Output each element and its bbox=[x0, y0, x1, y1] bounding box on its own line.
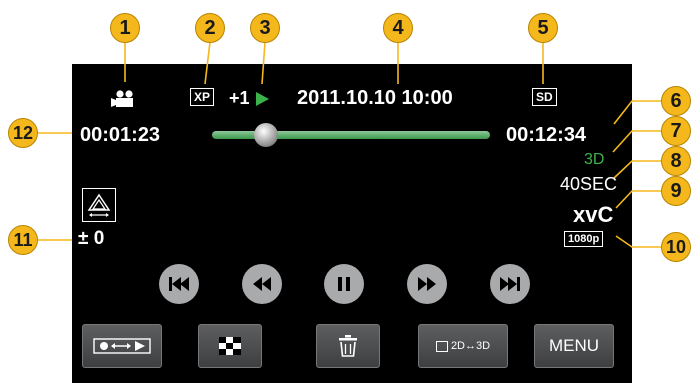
total-time: 00:12:34 bbox=[506, 124, 587, 146]
callout-8: 8 bbox=[661, 146, 691, 176]
callout-11: 11 bbox=[8, 225, 38, 255]
callout-12: 12 bbox=[8, 118, 38, 148]
callout-1: 1 bbox=[110, 13, 140, 43]
callout-7: 7 bbox=[661, 116, 691, 146]
speed-indicator: +1 bbox=[229, 88, 250, 108]
mode-3d-indicator: 3D bbox=[584, 151, 605, 168]
callout-4: 4 bbox=[383, 13, 413, 43]
pause-icon bbox=[337, 276, 351, 292]
skip-forward-button[interactable] bbox=[490, 264, 530, 304]
record-play-toggle-icon bbox=[93, 338, 151, 354]
xvc-indicator: xvC bbox=[573, 202, 614, 227]
menu-button[interactable]: MENU bbox=[534, 324, 614, 368]
fast-forward-button[interactable] bbox=[407, 264, 447, 304]
screen-icon bbox=[435, 340, 448, 352]
pause-button[interactable] bbox=[324, 264, 364, 304]
menu-label: MENU bbox=[548, 336, 600, 355]
fast-forward-icon bbox=[417, 276, 437, 292]
callout-2: 2 bbox=[195, 13, 225, 43]
skip-forward-icon bbox=[499, 276, 521, 292]
datetime: 2011.10.10 10:00 bbox=[297, 87, 453, 109]
callout-3: 3 bbox=[250, 13, 280, 43]
callout-5: 5 bbox=[528, 13, 558, 43]
callout-10: 10 bbox=[661, 232, 691, 262]
interval-indicator: 40SEC bbox=[560, 174, 618, 194]
elapsed-time: 00:01:23 bbox=[80, 124, 161, 146]
toggle-2d-3d-button[interactable]: 2D↔3D bbox=[418, 324, 508, 368]
skip-back-button[interactable] bbox=[159, 264, 199, 304]
resolution-badge: 1080p bbox=[564, 231, 604, 247]
quality-badge: XP bbox=[190, 88, 215, 106]
trash-icon bbox=[339, 335, 357, 357]
play-arrow-icon bbox=[254, 91, 270, 107]
rewind-button[interactable] bbox=[242, 264, 282, 304]
index-button[interactable] bbox=[198, 324, 262, 368]
record-play-toggle-button[interactable] bbox=[82, 324, 162, 368]
delete-button[interactable] bbox=[316, 324, 380, 368]
callout-9: 9 bbox=[661, 176, 691, 206]
rewind-icon bbox=[252, 276, 272, 292]
parallax-adjust-icon bbox=[86, 192, 112, 218]
skip-back-icon bbox=[168, 276, 190, 292]
parallax-value: ± 0 bbox=[78, 228, 105, 249]
movie-camera-icon bbox=[111, 90, 137, 108]
media-badge: SD bbox=[532, 88, 557, 106]
seek-knob[interactable] bbox=[254, 123, 278, 147]
toggle-2d-3d-label: 2D↔3D bbox=[450, 340, 491, 352]
index-grid-icon bbox=[219, 337, 241, 355]
callout-6: 6 bbox=[661, 86, 691, 116]
parallax-adjust-button[interactable] bbox=[82, 188, 116, 222]
